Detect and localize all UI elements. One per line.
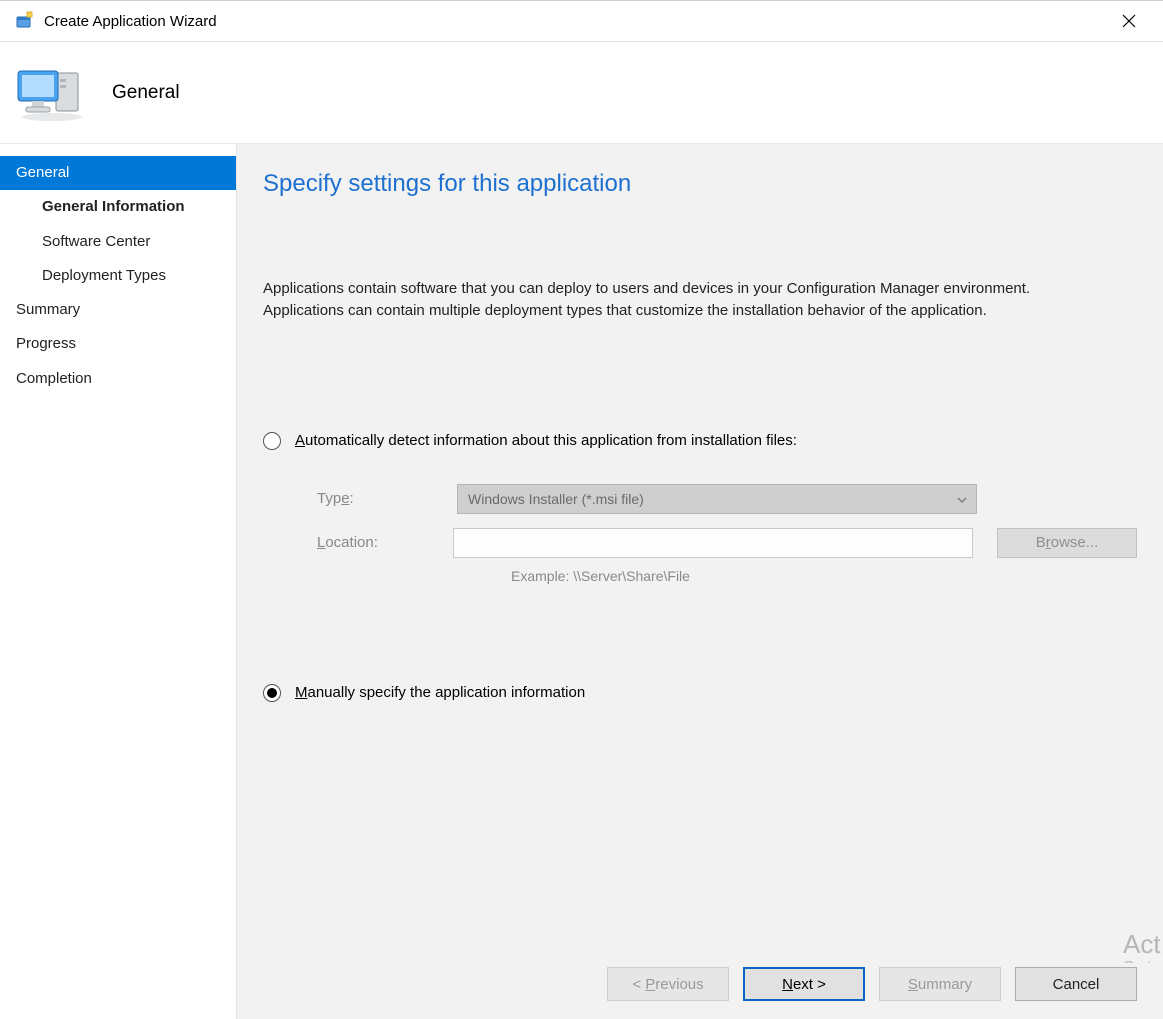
type-label: Type: bbox=[317, 490, 457, 507]
sidebar-item-deployment-types[interactable]: Deployment Types bbox=[0, 259, 236, 293]
radio-manual-row: Manually specify the application informa… bbox=[263, 684, 1137, 702]
content-heading: Specify settings for this application bbox=[263, 170, 1137, 198]
computer-icon bbox=[14, 63, 86, 123]
sidebar-item-summary[interactable]: Summary bbox=[0, 293, 236, 327]
location-input bbox=[453, 528, 973, 558]
radio-auto[interactable] bbox=[263, 432, 281, 450]
next-button[interactable]: Next > bbox=[743, 967, 865, 1001]
page-title: General bbox=[112, 82, 180, 104]
browse-button: Browse... bbox=[997, 528, 1137, 558]
footer-buttons: < Previous Next > Summary Cancel bbox=[243, 963, 1163, 1019]
previous-button: < Previous bbox=[607, 967, 729, 1001]
summary-button: Summary bbox=[879, 967, 1001, 1001]
sidebar-item-general-information[interactable]: General Information bbox=[0, 190, 236, 224]
type-select: Windows Installer (*.msi file) bbox=[457, 484, 977, 514]
sidebar-item-software-center[interactable]: Software Center bbox=[0, 225, 236, 259]
type-row: Type: Windows Installer (*.msi file) bbox=[317, 484, 1137, 514]
sidebar: General General Information Software Cen… bbox=[0, 144, 237, 1019]
auto-form: Type: Windows Installer (*.msi file) Loc… bbox=[317, 484, 1137, 584]
close-icon bbox=[1122, 14, 1136, 28]
location-example: Example: \\Server\Share\File bbox=[511, 568, 1137, 584]
content-description: Applications contain software that you c… bbox=[263, 278, 1103, 322]
app-icon bbox=[14, 11, 34, 31]
cancel-button[interactable]: Cancel bbox=[1015, 967, 1137, 1001]
sidebar-item-completion[interactable]: Completion bbox=[0, 362, 236, 396]
chevron-down-icon bbox=[956, 493, 968, 509]
wizard-body: General General Information Software Cen… bbox=[0, 144, 1163, 1019]
radio-auto-row: Automatically detect information about t… bbox=[263, 432, 1137, 450]
header-band: General bbox=[0, 42, 1163, 144]
radio-auto-label[interactable]: Automatically detect information about t… bbox=[295, 432, 797, 449]
location-label: Location: bbox=[317, 534, 453, 551]
window-title: Create Application Wizard bbox=[44, 13, 1107, 30]
radio-manual-label[interactable]: Manually specify the application informa… bbox=[295, 684, 585, 701]
content-pane: Specify settings for this application Ap… bbox=[237, 144, 1163, 1019]
sidebar-item-progress[interactable]: Progress bbox=[0, 327, 236, 361]
type-value: Windows Installer (*.msi file) bbox=[468, 491, 644, 507]
title-bar: Create Application Wizard bbox=[0, 0, 1163, 42]
close-button[interactable] bbox=[1107, 6, 1151, 36]
radio-manual[interactable] bbox=[263, 684, 281, 702]
sidebar-item-general[interactable]: General bbox=[0, 156, 236, 190]
location-row: Location: Browse... bbox=[317, 528, 1137, 558]
